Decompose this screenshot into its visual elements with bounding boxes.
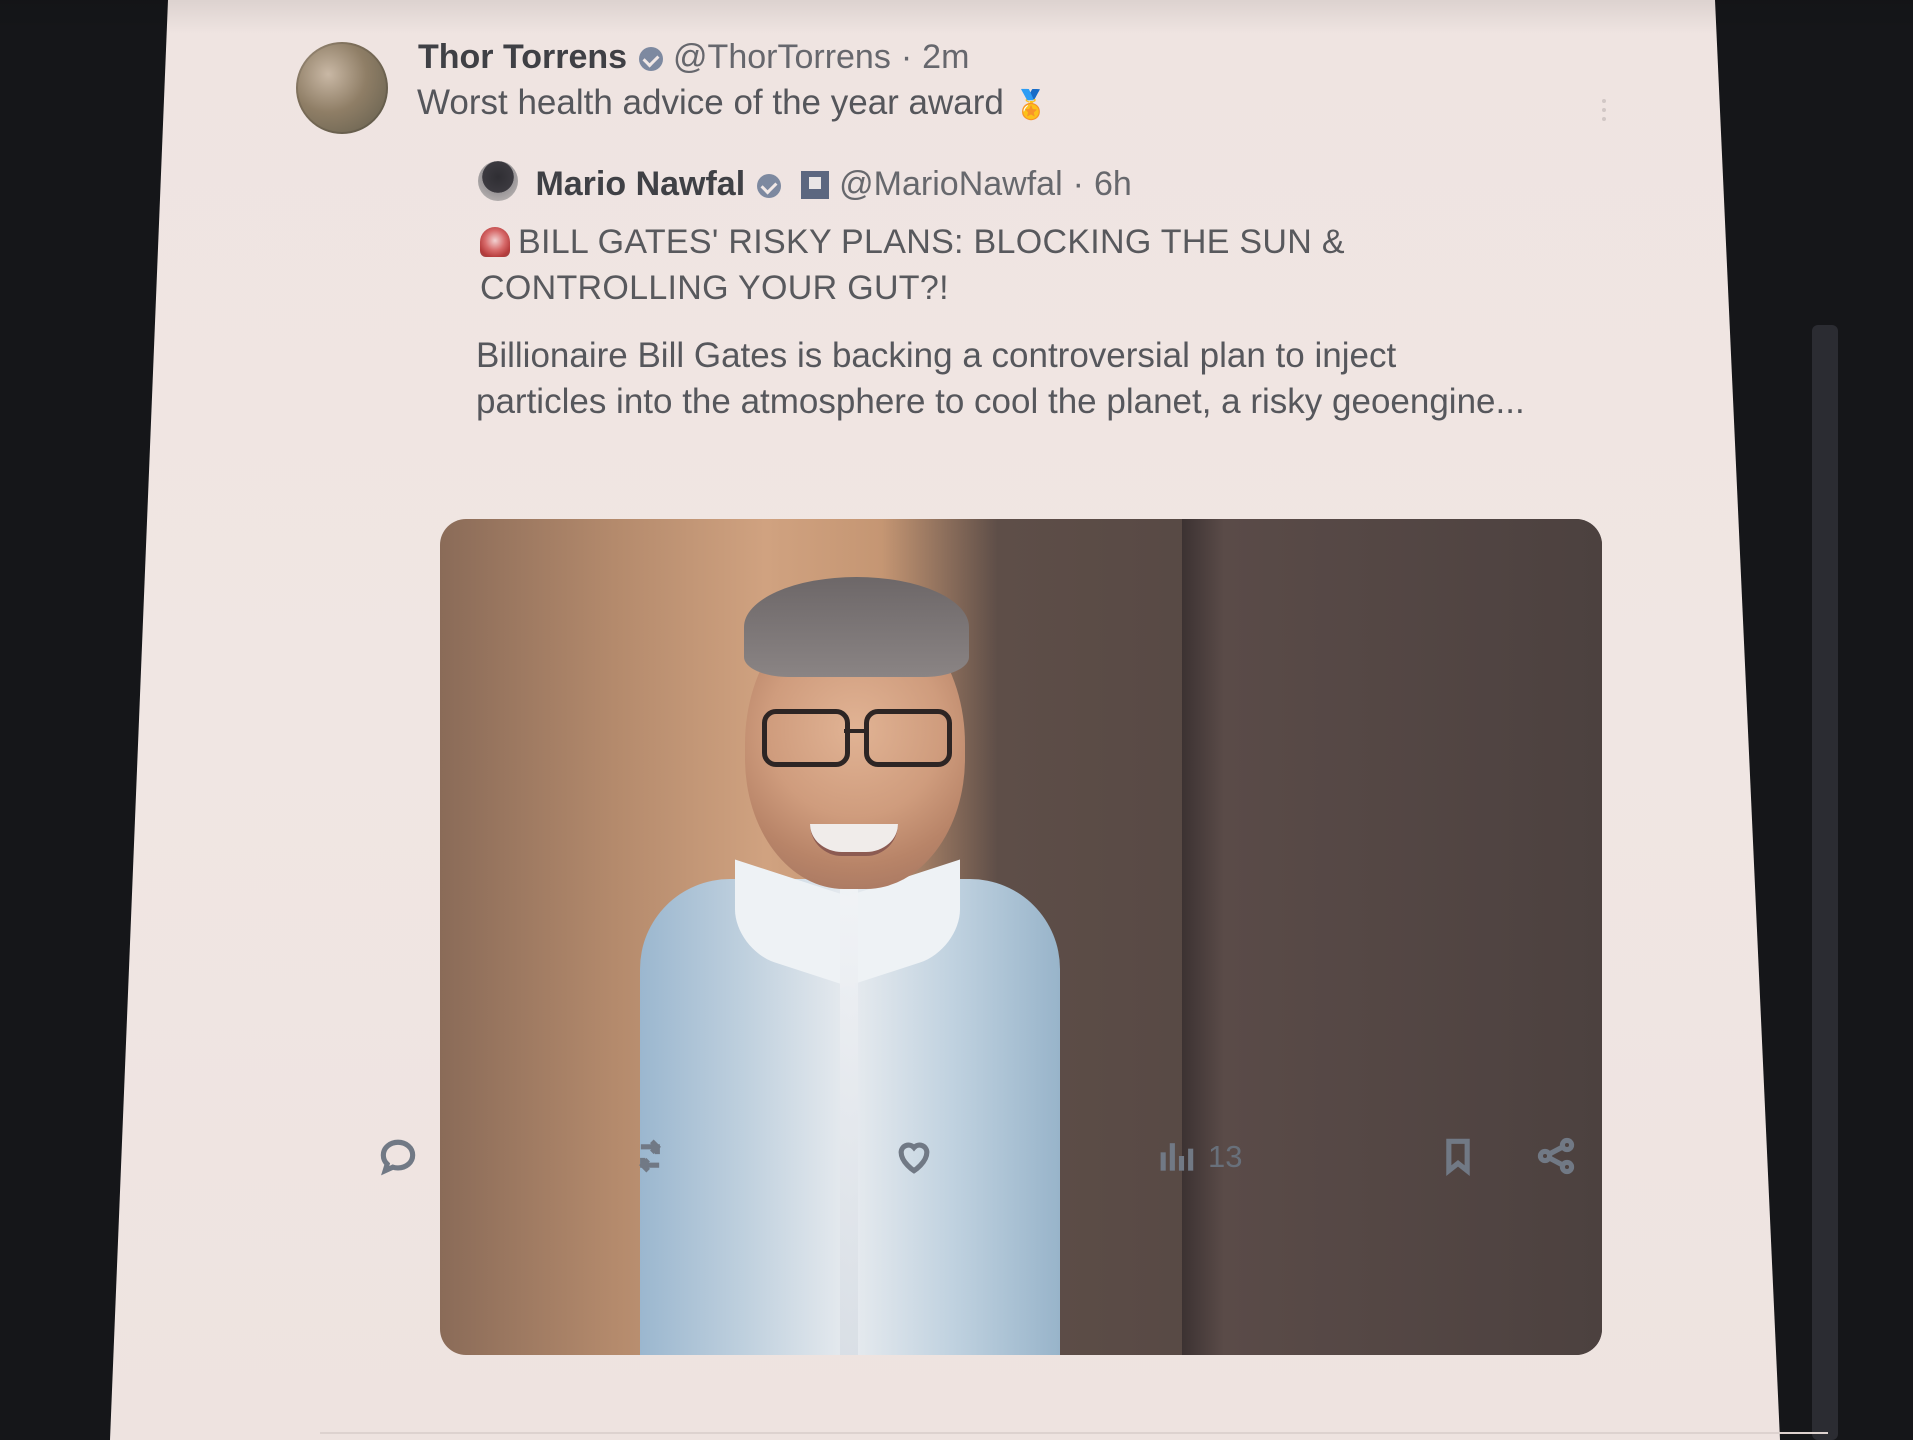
tweet-body: Worst health advice of the year award — [417, 83, 1004, 122]
quoted-title-line-1: BILL GATES' RISKY PLANS: BLOCKING THE SU… — [518, 223, 1345, 261]
author-name[interactable]: Thor Torrens — [418, 38, 627, 76]
views-count: 13 — [1208, 1138, 1243, 1174]
retweet-button[interactable] — [628, 1120, 672, 1192]
share-icon — [1537, 1137, 1575, 1175]
author-handle[interactable]: @ThorTorrens — [673, 38, 891, 76]
author-avatar[interactable] — [296, 42, 388, 134]
quoted-tweet-body: Billionaire Bill Gates is backing a cont… — [476, 333, 1636, 425]
top-shade — [0, 0, 1913, 34]
medal-icon: 🏅 — [1013, 89, 1049, 120]
quoted-tweet-title: BILL GATES' RISKY PLANS: BLOCKING THE SU… — [480, 219, 1440, 311]
quoted-tweet-header: Mario Nawfal @MarioNawfal · 6h — [482, 161, 1132, 207]
tweet-text: Worst health advice of the year award 🏅 — [417, 80, 1049, 128]
affiliation-badge-icon — [801, 171, 830, 199]
retweet-icon — [639, 1139, 661, 1173]
siren-icon — [480, 227, 510, 257]
more-icon[interactable] — [1602, 94, 1610, 124]
quoted-body-line-2: particles into the atmosphere to cool th… — [476, 382, 1525, 421]
quoted-author-name[interactable]: Mario Nawfal — [535, 165, 745, 203]
bookmark-button[interactable] — [1436, 1120, 1480, 1192]
image-person — [640, 559, 1060, 1355]
heart-icon — [898, 1142, 930, 1174]
image-door — [1182, 519, 1602, 1355]
tweet-actions: 13 — [376, 1120, 1658, 1192]
tweet-card[interactable]: Thor Torrens @ThorTorrens · 2m Worst health… — [290, 36, 1828, 1434]
separator-dot: · — [1072, 165, 1084, 203]
image-glasses — [762, 709, 952, 769]
image-hair — [744, 577, 969, 677]
tweet-time[interactable]: 2m — [922, 38, 969, 76]
tweet-divider — [320, 1432, 1828, 1434]
quoted-tweet[interactable]: Mario Nawfal @MarioNawfal · 6h BILL GATES' … — [406, 151, 1602, 1355]
image-shirt — [640, 859, 1060, 1355]
verified-badge-icon — [757, 174, 782, 198]
quoted-title-line-2: CONTROLLING YOUR GUT?! — [480, 269, 949, 307]
bookmark-icon — [1446, 1138, 1470, 1177]
phone-edge — [1812, 325, 1838, 1440]
share-button[interactable] — [1534, 1120, 1578, 1192]
tweet-header: Thor Torrens @ThorTorrens · 2m — [418, 36, 969, 78]
quoted-tweet-image[interactable] — [440, 519, 1602, 1355]
quoted-body-line-1: Billionaire Bill Gates is backing a cont… — [476, 336, 1397, 375]
reply-icon — [380, 1139, 416, 1176]
views-chart-icon — [1160, 1143, 1194, 1171]
like-button[interactable] — [892, 1120, 936, 1192]
verified-badge-icon — [639, 47, 664, 71]
separator-dot: · — [900, 38, 913, 76]
quoted-tweet-time[interactable]: 6h — [1094, 165, 1132, 203]
quoted-author-handle[interactable]: @MarioNawfal — [839, 165, 1062, 203]
reply-button[interactable] — [376, 1120, 420, 1192]
views-button[interactable]: 13 — [1154, 1120, 1242, 1192]
